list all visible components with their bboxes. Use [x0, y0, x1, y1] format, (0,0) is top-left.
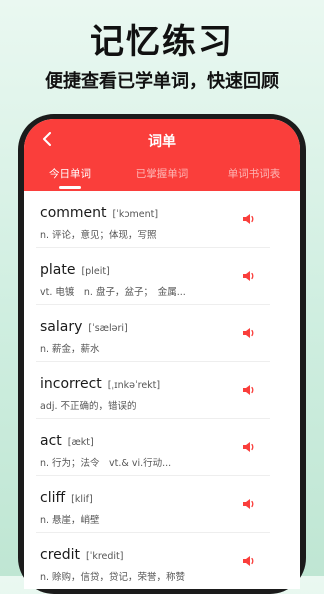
- word-phonetic: [klif]: [71, 494, 93, 505]
- word-text: plate: [40, 262, 76, 278]
- speaker-icon: [243, 499, 254, 509]
- word-text: incorrect: [40, 376, 102, 392]
- word-header: cliff [klif]: [40, 487, 93, 506]
- tab-today-words[interactable]: 今日单词: [24, 165, 116, 191]
- speaker-icon: [243, 385, 254, 395]
- word-text: comment: [40, 205, 107, 221]
- word-row[interactable]: cliff [klif] n. 悬崖，峭壁: [24, 476, 300, 533]
- word-header: plate [pleit]: [40, 259, 110, 278]
- word-phonetic: [ækt]: [67, 437, 94, 448]
- tab-bar: 今日单词 已掌握单词 单词书词表: [24, 165, 300, 191]
- word-phonetic: [ˌɪnkəˈrekt]: [107, 380, 161, 391]
- app-bar: 词单 今日单词 已掌握单词 单词书词表: [24, 119, 300, 191]
- speaker-icon: [243, 442, 254, 452]
- word-row[interactable]: act [ækt] n. 行为；法令 vt.& vi.行动...: [24, 419, 300, 476]
- speaker-icon: [243, 328, 254, 338]
- word-text: cliff: [40, 490, 66, 506]
- speaker-icon: [243, 214, 254, 224]
- word-phonetic: [ˈsæləri]: [88, 323, 128, 334]
- word-header: comment [ˈkɔment]: [40, 202, 158, 221]
- pronounce-button[interactable]: [242, 269, 256, 283]
- word-header: act [ækt]: [40, 430, 94, 449]
- word-phonetic: [pleit]: [81, 266, 110, 277]
- headline: 记忆练习: [90, 22, 234, 62]
- pronounce-button[interactable]: [242, 440, 256, 454]
- word-definition: n. 赊购，信贷，贷记，荣誉，称赞: [40, 572, 186, 583]
- word-definition: adj. 不正确的，错误的: [40, 401, 137, 412]
- pronounce-button[interactable]: [242, 497, 256, 511]
- word-header: incorrect [ˌɪnkəˈrekt]: [40, 373, 160, 392]
- pronounce-button[interactable]: [242, 326, 256, 340]
- word-definition: vt. 电镀 n. 盘子，盆子； 金属...: [40, 287, 186, 298]
- word-text: credit: [40, 547, 81, 563]
- word-header: credit [ˈkredit]: [40, 544, 124, 563]
- pronounce-button[interactable]: [242, 212, 256, 226]
- speaker-icon: [243, 556, 254, 566]
- app-screen: 词单 今日单词 已掌握单词 单词书词表 comment [ˈkɔment] n. …: [24, 119, 300, 589]
- word-list: comment [ˈkɔment] n. 评论，意见；体现，写照 plate [pl…: [24, 191, 300, 589]
- word-definition: n. 行为；法令 vt.& vi.行动...: [40, 458, 172, 469]
- speaker-icon: [243, 271, 254, 281]
- word-definition: n. 悬崖，峭壁: [40, 515, 100, 526]
- word-row[interactable]: plate [pleit] vt. 电镀 n. 盘子，盆子； 金属...: [24, 248, 300, 305]
- word-row[interactable]: salary [ˈsæləri] n. 薪金，薪水: [24, 305, 300, 362]
- word-row[interactable]: credit [ˈkredit] n. 赊购，信贷，贷记，荣誉，称赞: [24, 533, 300, 589]
- tab-wordbook-list[interactable]: 单词书词表: [208, 165, 300, 191]
- word-text: act: [40, 433, 62, 449]
- word-header: salary [ˈsæləri]: [40, 316, 128, 335]
- word-row[interactable]: incorrect [ˌɪnkəˈrekt] adj. 不正确的，错误的: [24, 362, 300, 419]
- word-definition: n. 评论，意见；体现，写照: [40, 230, 157, 241]
- page-title: 词单: [148, 134, 176, 150]
- word-phonetic: [ˈkɔment]: [112, 209, 159, 220]
- subheadline: 便捷查看已学单词，快速回顾: [45, 71, 279, 92]
- pronounce-button[interactable]: [242, 554, 256, 568]
- word-row[interactable]: comment [ˈkɔment] n. 评论，意见；体现，写照: [24, 191, 300, 248]
- tab-mastered-words[interactable]: 已掌握单词: [116, 165, 208, 191]
- pronounce-button[interactable]: [242, 383, 256, 397]
- word-definition: n. 薪金，薪水: [40, 344, 100, 355]
- word-phonetic: [ˈkredit]: [86, 551, 124, 562]
- word-text: salary: [40, 319, 83, 335]
